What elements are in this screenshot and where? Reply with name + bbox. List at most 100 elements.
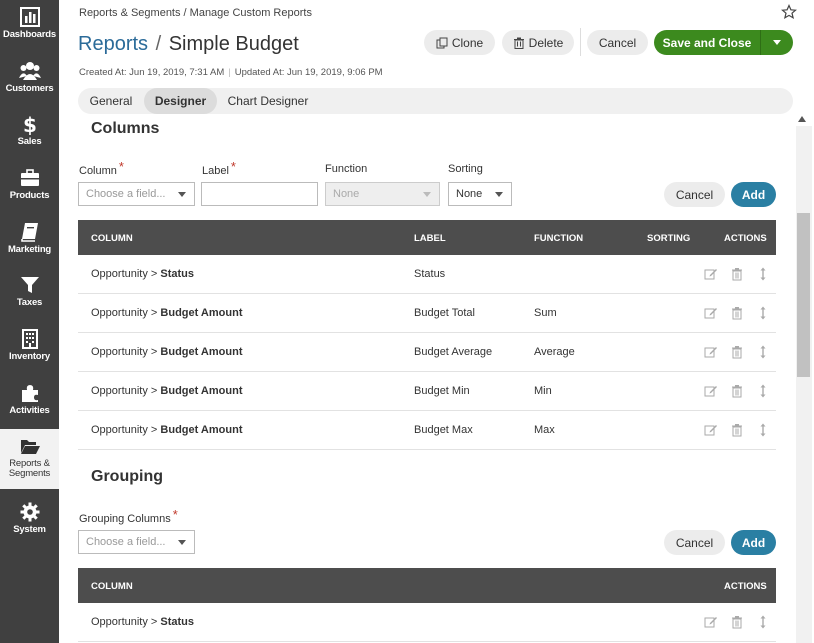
column-add-button[interactable]: Add [731,182,776,207]
drag-handle-icon[interactable] [756,384,770,398]
trash-icon[interactable] [730,615,744,629]
grouping-cancel-button[interactable]: Cancel [664,530,725,555]
trash-icon[interactable] [730,423,744,437]
sidebar-item-dashboards[interactable]: Dashboards [0,0,59,53]
users-icon [18,62,41,80]
delete-button[interactable]: Delete [502,30,574,55]
sidebar-item-label: Dashboards [3,29,56,40]
tab-designer[interactable]: Designer [144,88,217,114]
meta-divider: | [228,67,231,78]
clone-button[interactable]: Clone [424,30,495,55]
drag-handle-icon[interactable] [756,267,770,281]
title-separator: / [155,33,162,55]
trash-icon[interactable] [730,384,744,398]
column-select-placeholder: Choose a field... [86,188,166,200]
sidebar: Dashboards Customers $ Sales Products Ma… [0,0,59,643]
sidebar-item-system[interactable]: System [0,495,59,548]
row-column: Opportunity > Budget Amount [91,424,242,436]
scroll-up-icon[interactable] [798,116,806,122]
header-column[interactable]: COLUMN [91,233,133,244]
table-row[interactable]: Opportunity > Budget Amount Budget Total S… [78,294,776,333]
edit-icon[interactable] [704,267,718,281]
sidebar-item-activities[interactable]: Activities [0,376,59,429]
edit-icon[interactable] [704,615,718,629]
row-column: Opportunity > Budget Amount [91,346,242,358]
row-column-prefix: Opportunity > [91,307,161,319]
filter-icon [20,277,39,293]
drag-handle-icon[interactable] [756,423,770,437]
trash-icon [513,37,524,49]
scrollbar-thumb[interactable] [797,213,810,377]
sidebar-item-customers[interactable]: Customers [0,54,59,107]
chevron-down-icon [178,540,186,545]
grouping-add-button[interactable]: Add [731,530,776,555]
row-column-field: Status [160,268,195,280]
row-column: Opportunity > Budget Amount [91,385,242,397]
edit-icon[interactable] [704,423,718,437]
row-column: Opportunity > Budget Amount [91,307,242,319]
header-actions: ACTIONS [724,233,767,244]
sidebar-item-sales[interactable]: $ Sales [0,107,59,160]
sidebar-item-label: Marketing [7,244,52,255]
sidebar-item-marketing[interactable]: Marketing [0,215,59,268]
table-row[interactable]: Opportunity > Status [78,603,776,642]
row-function: Max [534,424,555,436]
scrollbar-track[interactable] [796,126,812,643]
function-field-label: Function [325,163,368,175]
row-function: Min [534,385,552,397]
sorting-field-label: Sorting [448,163,483,175]
edit-icon[interactable] [704,384,718,398]
row-column-field: Budget Amount [160,424,243,436]
grouping-select-placeholder: Choose a field... [86,536,166,548]
save-and-close-button[interactable]: Save and Close [654,30,760,55]
drag-handle-icon[interactable] [756,615,770,629]
header-sorting[interactable]: SORTING [647,233,690,244]
row-column: Opportunity > Status [91,616,194,628]
table-row[interactable]: Opportunity > Budget Amount Budget Averag… [78,333,776,372]
header-label[interactable]: LABEL [414,233,446,244]
edit-icon[interactable] [704,306,718,320]
row-function: Sum [534,307,557,319]
sidebar-item-inventory[interactable]: Inventory [0,322,59,375]
sidebar-item-taxes[interactable]: Taxes [0,268,59,321]
row-column-field: Budget Amount [160,307,243,319]
header-divider [580,28,581,56]
trash-icon[interactable] [730,267,744,281]
row-column-prefix: Opportunity > [91,616,161,628]
trash-icon[interactable] [730,345,744,359]
row-label: Budget Max [414,424,473,436]
breadcrumb[interactable]: Reports & Segments / Manage Custom Repor… [79,7,312,19]
tab-general[interactable]: General [81,88,141,114]
clone-label: Clone [451,35,484,50]
trash-icon[interactable] [730,306,744,320]
grouping-column-select[interactable]: Choose a field... [78,530,195,554]
row-label: Status [414,268,446,280]
tab-chart-designer[interactable]: Chart Designer [222,88,314,114]
sorting-select[interactable]: None [448,182,512,206]
delete-label: Delete [528,35,564,50]
table-row[interactable]: Opportunity > Budget Amount Budget Min Min [78,372,776,411]
star-icon[interactable] [781,4,797,20]
cancel-button[interactable]: Cancel [587,30,648,55]
sidebar-item-reports-segments[interactable]: Reports & Segments [0,429,59,489]
edit-icon[interactable] [704,345,718,359]
column-cancel-button[interactable]: Cancel [664,182,725,207]
row-column-prefix: Opportunity > [91,346,161,358]
sidebar-item-label: Sales [17,136,42,147]
header-function[interactable]: FUNCTION [534,233,583,244]
title-reports-link[interactable]: Reports [78,33,148,55]
save-options-dropdown[interactable] [760,30,793,55]
sidebar-item-products[interactable]: Products [0,161,59,214]
chevron-down-icon [423,192,431,197]
report-name: Simple Budget [168,33,299,55]
label-input[interactable] [201,182,318,206]
updated-at: Updated At: Jun 19, 2019, 9:06 PM [234,67,383,78]
table-row[interactable]: Opportunity > Status Status [78,255,776,294]
drag-handle-icon[interactable] [756,306,770,320]
drag-handle-icon[interactable] [756,345,770,359]
row-label: Budget Total [414,307,475,319]
row-column-field: Budget Amount [160,385,243,397]
function-select[interactable]: None [325,182,440,206]
column-select[interactable]: Choose a field... [78,182,195,206]
table-row[interactable]: Opportunity > Budget Amount Budget Max Max [78,411,776,450]
